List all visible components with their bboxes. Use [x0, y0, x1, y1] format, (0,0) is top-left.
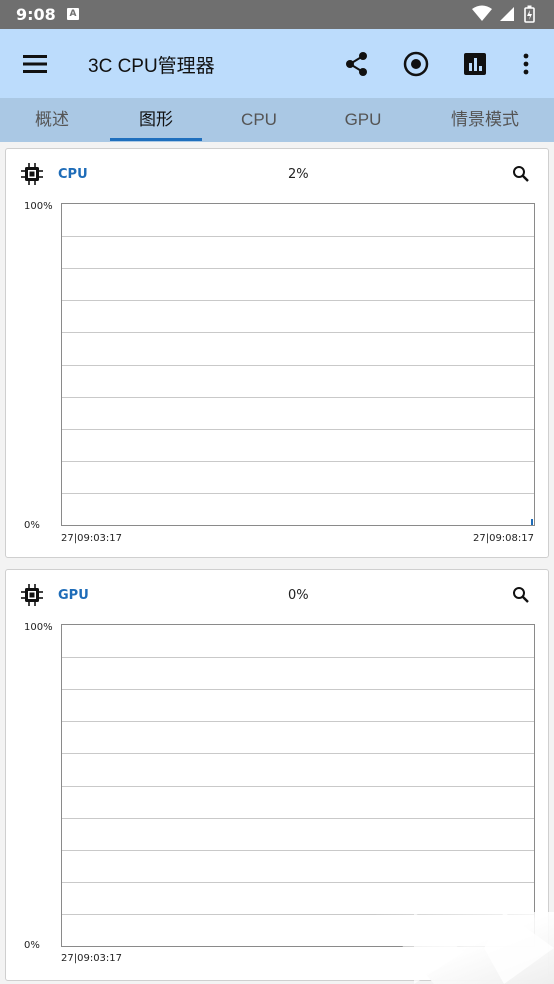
- gridline: [62, 429, 534, 430]
- y-min-label: 0%: [24, 520, 40, 531]
- data-bar: [531, 519, 533, 525]
- tab-bar: 概述 图形 CPU GPU 情景模式: [0, 98, 554, 142]
- notification-icon: A: [67, 8, 79, 20]
- gridline: [62, 786, 534, 787]
- cpu-plot: [61, 203, 535, 526]
- search-icon[interactable]: [512, 165, 530, 183]
- app-title: 3C CPU管理器: [88, 56, 215, 77]
- cpu-card: CPU 2% 100% 0% 27|09:03:17 27|09:08:17: [5, 148, 549, 558]
- chip-icon: [20, 162, 44, 186]
- more-vert-icon[interactable]: [511, 49, 541, 79]
- search-icon[interactable]: [512, 586, 530, 604]
- x-start-label: 27|09:03:17: [61, 533, 123, 544]
- tab-gpu[interactable]: GPU: [332, 98, 394, 142]
- y-max-label: 100%: [24, 201, 53, 212]
- y-max-label: 100%: [24, 622, 53, 633]
- cpu-value: 2%: [288, 167, 309, 182]
- tab-graphs[interactable]: 图形: [110, 98, 202, 142]
- gridline: [62, 268, 534, 269]
- gridline: [62, 493, 534, 494]
- record-icon[interactable]: [401, 49, 431, 79]
- status-bar: 9:08 A: [0, 0, 554, 29]
- gridline: [62, 397, 534, 398]
- gridline: [62, 689, 534, 690]
- tab-profiles[interactable]: 情景模式: [440, 98, 530, 142]
- x-start-label: 27|09:03:17: [61, 953, 123, 964]
- gpu-title: GPU: [58, 588, 89, 603]
- gridline: [62, 657, 534, 658]
- gridline: [62, 818, 534, 819]
- wifi-icon: [472, 5, 492, 21]
- signal-icon: [500, 7, 514, 21]
- cpu-title: CPU: [58, 167, 88, 182]
- x-end-label: 27|09:08:17: [472, 533, 534, 544]
- gridline: [62, 721, 534, 722]
- tab-overview[interactable]: 概述: [20, 98, 84, 142]
- status-icons: [470, 5, 540, 23]
- status-time: 9:08: [16, 5, 56, 24]
- gridline: [62, 753, 534, 754]
- battery-icon: [524, 5, 535, 23]
- gridline: [62, 365, 534, 366]
- gridline: [62, 300, 534, 301]
- tab-indicator: [110, 138, 202, 141]
- gpu-plot: [61, 624, 535, 947]
- tab-cpu[interactable]: CPU: [228, 98, 290, 142]
- gridline: [62, 332, 534, 333]
- y-min-label: 0%: [24, 940, 40, 951]
- app-bar: 3C CPU管理器: [0, 29, 554, 98]
- gridline: [62, 236, 534, 237]
- chip-icon: [20, 583, 44, 607]
- corner-watermark: [374, 912, 554, 984]
- gridline: [62, 850, 534, 851]
- chart-icon[interactable]: [460, 49, 490, 79]
- gpu-value: 0%: [288, 588, 309, 603]
- share-icon[interactable]: [342, 49, 372, 79]
- gridline: [62, 461, 534, 462]
- gridline: [62, 882, 534, 883]
- menu-icon[interactable]: [20, 51, 50, 77]
